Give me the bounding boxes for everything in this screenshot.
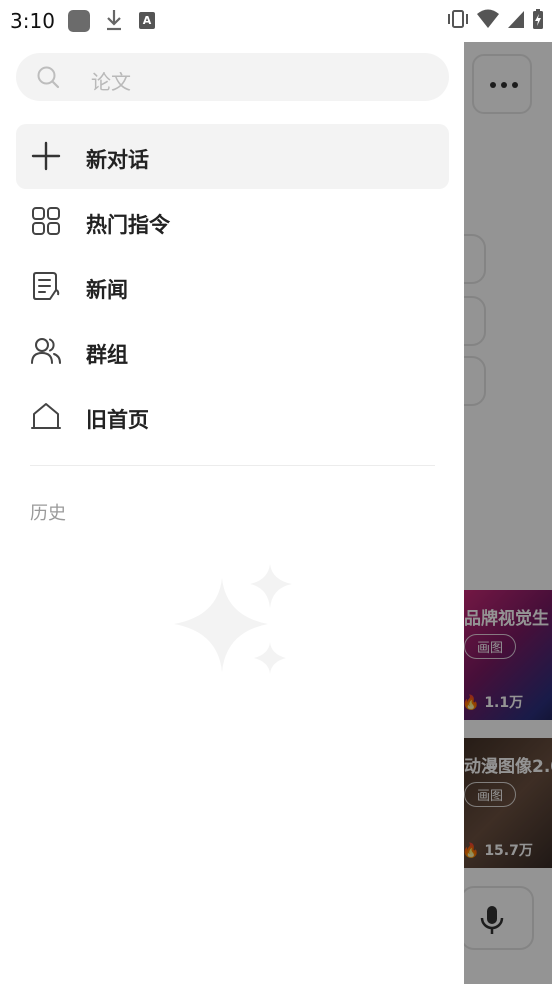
sparkle-icon xyxy=(174,564,292,674)
group-icon xyxy=(31,338,61,364)
app-notification-icon xyxy=(68,10,90,32)
drawer-menu: 新对话 热门指令 新闻 群组 旧首页 xyxy=(16,124,449,449)
plus-icon xyxy=(31,141,61,171)
search-placeholder: 论文 xyxy=(91,70,131,94)
menu-item-label: 新闻 xyxy=(86,278,128,302)
menu-item-old-home[interactable]: 旧首页 xyxy=(16,384,449,449)
search-bar[interactable]: 论文 xyxy=(16,53,449,101)
menu-item-label: 新对话 xyxy=(86,148,149,172)
grid-icon xyxy=(32,207,60,235)
battery-icon xyxy=(533,9,543,29)
status-time: 3:10 xyxy=(10,9,55,33)
font-app-icon: A xyxy=(139,12,155,29)
menu-item-label: 旧首页 xyxy=(86,408,149,432)
home-icon xyxy=(31,403,61,429)
menu-item-news[interactable]: 新闻 xyxy=(16,254,449,319)
history-section-title: 历史 xyxy=(30,503,66,524)
menu-item-groups[interactable]: 群组 xyxy=(16,319,449,384)
status-right-icons xyxy=(446,8,544,30)
menu-item-label: 群组 xyxy=(86,343,128,367)
navigation-drawer: 论文 新对话 热门指令 新闻 群组 旧首页 历史 xyxy=(0,0,464,984)
screen: 品牌视觉生 画图 🔥 1.1万 动漫图像2.0 画图 🔥 15.7万 xyxy=(0,0,552,984)
search-icon xyxy=(37,66,60,89)
news-icon xyxy=(33,272,60,300)
divider xyxy=(30,465,435,466)
wifi-icon xyxy=(477,9,499,28)
status-bar: 3:10 A xyxy=(0,0,552,42)
menu-item-popular-prompts[interactable]: 热门指令 xyxy=(16,189,449,254)
vibrate-icon xyxy=(448,10,468,28)
cell-signal-icon xyxy=(508,11,524,28)
menu-item-new-chat[interactable]: 新对话 xyxy=(16,124,449,189)
menu-item-label: 热门指令 xyxy=(86,213,170,237)
download-icon xyxy=(107,10,121,31)
